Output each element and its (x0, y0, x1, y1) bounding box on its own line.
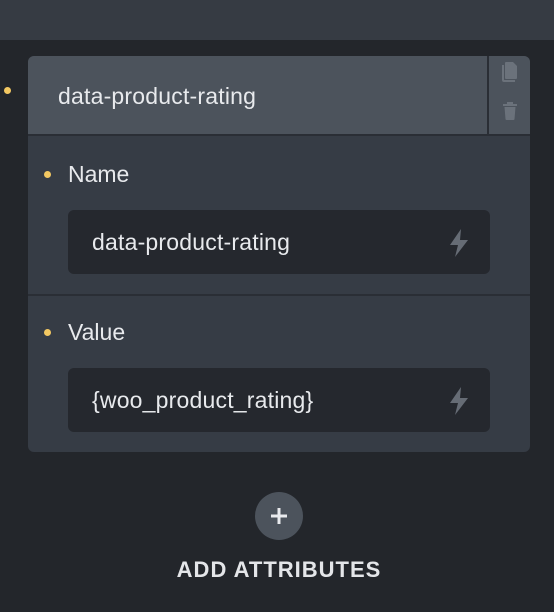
name-label: Name (68, 161, 130, 187)
attribute-header[interactable]: data-product-rating (28, 56, 530, 136)
bolt-icon[interactable] (446, 228, 472, 258)
name-field-value: data-product-rating (92, 229, 291, 255)
value-field[interactable]: {woo_product_rating} (68, 368, 490, 432)
attribute-indicator-dot (4, 87, 11, 94)
attribute-title: data-product-rating (58, 83, 257, 109)
trash-icon[interactable] (500, 100, 520, 122)
copy-icon[interactable] (500, 61, 520, 83)
bolt-icon[interactable] (446, 386, 472, 416)
name-section: Name data-product-rating (28, 136, 530, 296)
add-attribute-button[interactable] (255, 492, 303, 540)
attribute-card: data-product-rating Name data-product-ra… (28, 56, 530, 452)
add-attributes-label[interactable]: ADD ATTRIBUTES (0, 557, 554, 583)
value-label: Value (68, 319, 126, 345)
value-indicator-dot (44, 329, 51, 336)
attribute-actions (487, 56, 530, 136)
value-section: Value {woo_product_rating} (28, 296, 530, 452)
value-field-value: {woo_product_rating} (92, 387, 314, 413)
name-indicator-dot (44, 171, 51, 178)
plus-icon (271, 508, 287, 524)
name-field[interactable]: data-product-rating (68, 210, 490, 274)
top-bar (0, 0, 554, 40)
